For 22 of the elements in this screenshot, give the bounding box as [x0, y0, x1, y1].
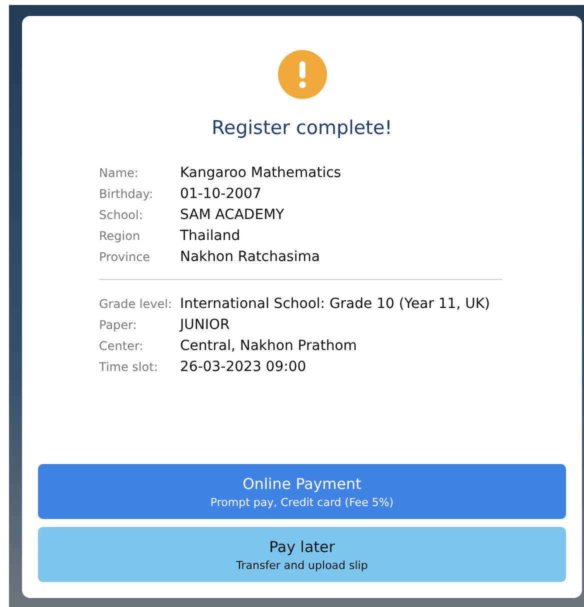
- field-value: Central, Nakhon Prathom: [180, 338, 358, 354]
- field-label: School:: [99, 208, 144, 222]
- warning-icon: [278, 50, 326, 99]
- field-value: Nakhon Ratchasima: [180, 249, 321, 265]
- payment-button[interactable]: Online Payment Prompt pay, Credit card (Fee 5%): [38, 464, 566, 519]
- field-value: Thailand: [180, 228, 242, 244]
- field-label: Region: [99, 229, 142, 243]
- field-label: Time slot:: [99, 360, 159, 374]
- field-label: Grade level:: [99, 297, 173, 311]
- field-label: Province: [99, 250, 152, 264]
- field-label: Center:: [99, 339, 144, 353]
- field-value: 01-10-2007: [180, 186, 262, 202]
- field-label: Paper:: [99, 318, 138, 332]
- field-value: JUNIOR: [180, 317, 231, 333]
- field-value: SAM ACADEMY: [180, 207, 286, 223]
- field-value: 26-03-2023 09:00: [180, 359, 308, 375]
- dialog-title: Register complete!: [212, 117, 392, 139]
- pay-later-button[interactable]: Pay later Transfer and upload slip: [38, 527, 566, 582]
- field-value: International School: Grade 10 (Year 11, UK): [180, 296, 490, 312]
- field-label: Birthday:: [99, 187, 154, 201]
- field-value: Kangaroo Mathematics: [180, 165, 342, 181]
- field-label: Name:: [99, 166, 140, 180]
